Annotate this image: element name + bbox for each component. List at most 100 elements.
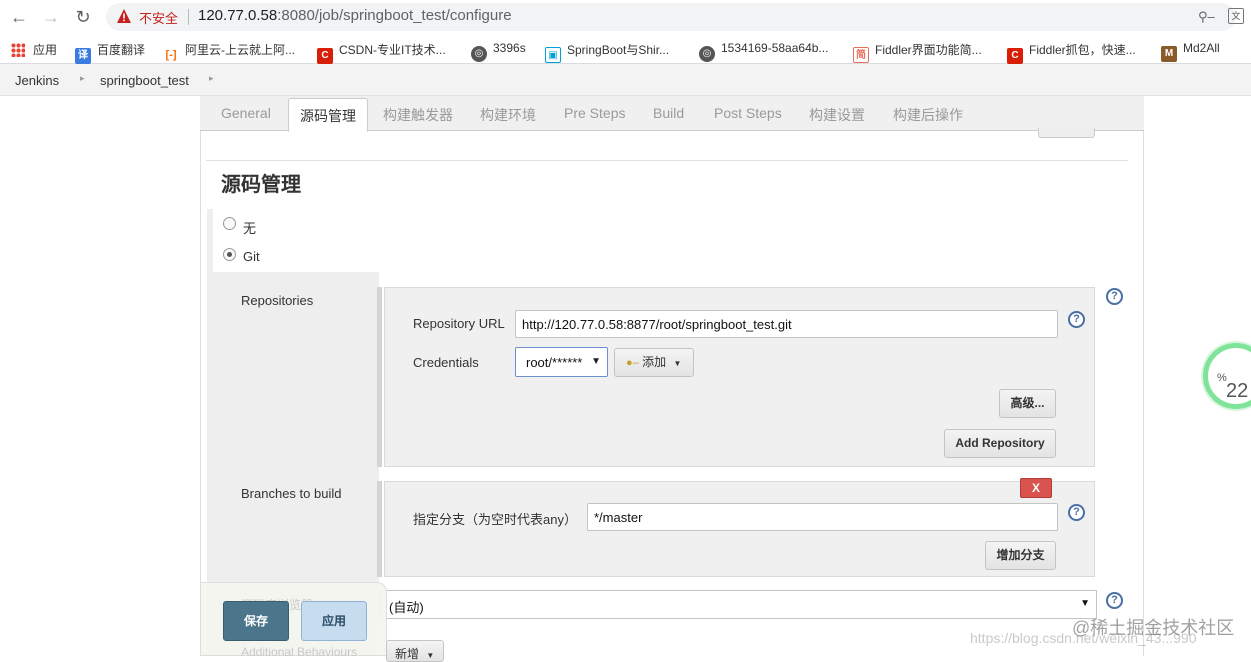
repositories-help-icon[interactable]: ?: [1106, 288, 1123, 305]
tab-source-code[interactable]: 源码管理: [288, 98, 368, 132]
section-title: 源码管理: [221, 174, 301, 196]
bookmark-label: 阿里云-上云就上阿...: [185, 43, 295, 57]
reload-icon[interactable]: ↻: [72, 6, 94, 28]
omnibox-divider: [188, 9, 189, 25]
forward-arrow-icon[interactable]: →: [40, 6, 62, 28]
breadcrumb-arrow-icon[interactable]: ▸: [80, 73, 85, 84]
globe-icon: ◎: [699, 46, 715, 62]
add-credentials-label: 添加: [642, 355, 667, 369]
bookmark-label: 应用: [33, 43, 58, 57]
repo-browser-help-icon[interactable]: ?: [1106, 592, 1123, 609]
previous-section-button[interactable]: [1038, 128, 1095, 138]
bookmark-item[interactable]: 译百度翻译: [75, 41, 146, 64]
branches-bar: [377, 481, 382, 577]
md2all-icon: M: [1161, 46, 1177, 62]
config-tab-bar: General 源码管理 构建触发器 构建环境 Pre Steps Build …: [200, 96, 1144, 132]
add-credentials-button[interactable]: ●– 添加 ▼: [614, 348, 694, 377]
url-host: 120.77.0.58: [198, 7, 278, 24]
globe-icon: ◎: [471, 46, 487, 62]
back-arrow-icon[interactable]: ←: [8, 6, 30, 28]
repo-browser-select[interactable]: (自动) ▼: [380, 590, 1097, 619]
add-behaviour-label: 新增: [395, 647, 420, 661]
url-path: :8080/job/springboot_test/configure: [277, 7, 512, 24]
bookmark-label: Fiddler抓包，快速...: [1029, 43, 1136, 57]
bookmark-label: 百度翻译: [97, 43, 146, 57]
bookmarks-bar: 应用 译百度翻译 [-] 阿里云-上云就上阿... C CSDN-专业IT技术...…: [0, 34, 1251, 64]
watermark: @稀土掘金技术社区: [1072, 618, 1235, 638]
jianshu-icon: 简: [853, 47, 869, 63]
bookmark-label: Md2All: [1183, 41, 1220, 55]
tab-pre-steps[interactable]: Pre Steps: [564, 105, 625, 121]
scm-none-radio[interactable]: [223, 217, 236, 230]
add-repository-button[interactable]: Add Repository: [944, 429, 1056, 458]
bookmark-label: Fiddler界面功能简...: [875, 43, 982, 57]
csdn-icon: C: [1007, 48, 1023, 64]
bookmark-item[interactable]: ◎ 3396s: [471, 41, 526, 62]
bilibili-icon: ▣: [545, 47, 561, 63]
csdn-icon: C: [317, 48, 333, 64]
insecure-label: 不安全: [139, 11, 179, 26]
bookmark-item[interactable]: ▣ SpringBoot与Shir...: [545, 41, 670, 63]
apply-button[interactable]: 应用: [301, 601, 367, 641]
section-divider: [206, 160, 1128, 161]
dropdown-arrow-icon: ▼: [591, 356, 601, 367]
bookmark-label: 1534169-58aa64b...: [721, 41, 829, 55]
browser-toolbar: ← → ↻ 不安全 120.77.0.58:8080/job/springboo…: [0, 0, 1251, 34]
repo-url-help-icon[interactable]: ?: [1068, 311, 1085, 328]
tab-build[interactable]: Build: [653, 105, 684, 121]
bookmark-item[interactable]: [-] 阿里云-上云就上阿...: [163, 41, 295, 63]
key-icon: ●–: [626, 357, 639, 369]
delete-branch-button[interactable]: X: [1020, 478, 1052, 498]
tab-build-env[interactable]: 构建环境: [480, 105, 536, 125]
branch-spec-input[interactable]: */master: [587, 503, 1058, 531]
add-branch-button[interactable]: 增加分支: [985, 541, 1056, 570]
branches-label: Branches to build: [241, 486, 342, 501]
warning-triangle-icon[interactable]: [116, 8, 132, 24]
translate-icon[interactable]: 文: [1228, 8, 1244, 24]
repo-url-input[interactable]: http://120.77.0.58:8877/root/springboot_…: [515, 310, 1058, 338]
add-behaviour-button[interactable]: 新增 ▼: [386, 640, 444, 662]
additional-behaviours-label: Additional Behaviours: [241, 645, 358, 659]
save-button[interactable]: 保存: [223, 601, 289, 641]
credentials-value: root/******: [526, 355, 583, 370]
scm-git-radio[interactable]: [223, 248, 236, 261]
advanced-button[interactable]: 高级...: [999, 389, 1056, 418]
bookmark-label: SpringBoot与Shir...: [567, 43, 670, 57]
progress-widget[interactable]: 22%: [1203, 343, 1251, 409]
tab-post-build[interactable]: 构建后操作: [893, 105, 963, 125]
key-icon[interactable]: ⚲‒: [1198, 9, 1215, 25]
tab-general[interactable]: General: [221, 105, 271, 121]
bookmark-item[interactable]: M Md2All: [1161, 41, 1220, 62]
jenkins-breadcrumb: Jenkins ▸ springboot_test ▸: [0, 64, 1251, 96]
repositories-label: Repositories: [241, 293, 314, 308]
breadcrumb-arrow-icon[interactable]: ▸: [209, 73, 214, 84]
scm-git-label[interactable]: Git: [243, 249, 260, 264]
scm-none-label[interactable]: 无: [243, 218, 256, 237]
credentials-label: Credentials: [413, 355, 479, 370]
url-text[interactable]: 120.77.0.58:8080/job/springboot_test/con…: [198, 7, 512, 24]
baidu-translate-icon: 译: [75, 48, 91, 64]
repositories-bar: [377, 287, 382, 467]
repo-browser-value: (自动): [389, 600, 424, 615]
dropdown-arrow-icon: ▼: [1080, 598, 1090, 609]
tab-build-settings[interactable]: 构建设置: [809, 105, 865, 125]
credentials-select[interactable]: root/****** ▼: [515, 347, 608, 377]
bookmark-item[interactable]: C Fiddler抓包，快速...: [1007, 41, 1136, 64]
bookmark-label: 3396s: [493, 41, 526, 55]
bookmark-item[interactable]: ◎ 1534169-58aa64b...: [699, 41, 829, 62]
bookmark-apps[interactable]: 应用: [11, 41, 57, 58]
tab-build-triggers[interactable]: 构建触发器: [383, 105, 453, 125]
bookmark-item[interactable]: C CSDN-专业IT技术...: [317, 41, 446, 64]
dropdown-arrow-icon: ▼: [673, 359, 682, 368]
breadcrumb-jenkins[interactable]: Jenkins: [15, 73, 59, 88]
breadcrumb-job[interactable]: springboot_test: [100, 73, 189, 88]
aliyun-icon: [-]: [163, 47, 179, 63]
progress-percent: 22: [1226, 380, 1249, 402]
bookmark-item[interactable]: 简 Fiddler界面功能简...: [853, 41, 982, 63]
bookmark-label: CSDN-专业IT技术...: [339, 43, 446, 57]
branch-spec-help-icon[interactable]: ?: [1068, 504, 1085, 521]
repo-url-label: Repository URL: [413, 316, 505, 331]
tab-post-steps[interactable]: Post Steps: [714, 105, 782, 121]
branch-spec-label: 指定分支（为空时代表any）: [413, 512, 577, 527]
apps-grid-icon: [11, 43, 25, 57]
